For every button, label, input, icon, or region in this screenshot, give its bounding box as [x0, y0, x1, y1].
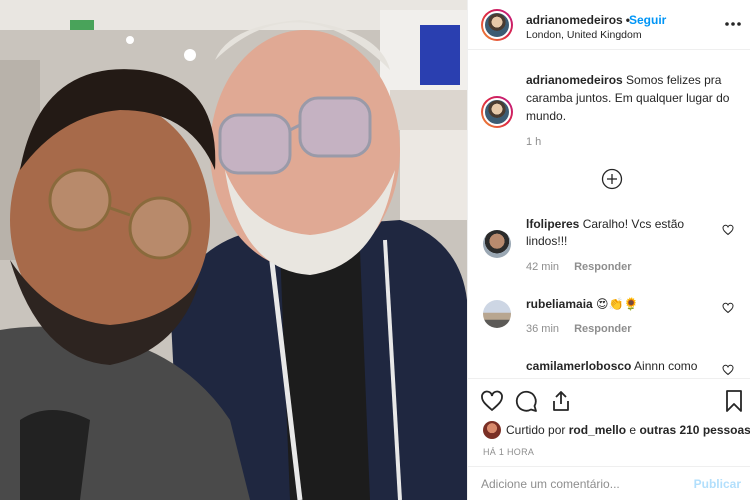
post-side-panel: adrianomedeiros • Seguir London, United K… — [467, 0, 750, 500]
post-photo[interactable] — [0, 0, 467, 500]
comment-item: camilamerlobosco Ainnn como — [468, 358, 750, 378]
publish-button[interactable]: Publicar — [694, 477, 741, 491]
share-icon[interactable] — [549, 389, 573, 413]
like-comment-heart-icon[interactable] — [722, 224, 734, 236]
more-options-icon[interactable] — [723, 14, 743, 34]
likes-summary[interactable]: Curtido por rod_mello e outras 210 pesso… — [506, 423, 750, 437]
commenter-avatar[interactable] — [483, 300, 511, 328]
comment-bubble-icon[interactable] — [514, 389, 538, 413]
author-avatar[interactable] — [481, 9, 513, 41]
comment-time: 36 min — [526, 323, 560, 335]
follow-button[interactable]: Seguir — [629, 13, 666, 27]
caption-time: 1 h — [526, 136, 542, 148]
add-comment-bar: Publicar — [468, 466, 750, 500]
comment-time: 42 min — [526, 261, 560, 273]
caption-avatar[interactable] — [481, 96, 513, 128]
post-timestamp: HÁ 1 HORA — [483, 447, 535, 457]
other-likers[interactable]: outras 210 pessoas — [639, 423, 750, 437]
comment-text: Ainnn como — [634, 359, 698, 373]
liker-avatar[interactable] — [483, 421, 501, 439]
caption-username[interactable]: adrianomedeiros — [526, 73, 623, 87]
comment-item: rubeliamaia 😍👏🌻 36 min Responder — [468, 296, 750, 354]
post-location[interactable]: London, United Kingdom — [526, 29, 642, 41]
post-caption: adrianomedeiros Somos felizes pra caramb… — [526, 71, 741, 125]
load-more-comments-icon[interactable] — [601, 168, 623, 190]
post-header: adrianomedeiros • Seguir London, United K… — [468, 0, 750, 50]
author-username[interactable]: adrianomedeiros • — [526, 13, 633, 27]
like-comment-heart-icon[interactable] — [722, 302, 734, 314]
commenter-avatar[interactable] — [483, 230, 511, 258]
bookmark-icon[interactable] — [722, 389, 746, 413]
selfie-illustration — [0, 0, 467, 500]
like-comment-heart-icon[interactable] — [722, 364, 734, 376]
post-actions: Curtido por rod_mello e outras 210 pesso… — [468, 378, 750, 466]
reply-button[interactable]: Responder — [574, 323, 631, 335]
like-heart-icon[interactable] — [480, 389, 504, 413]
comment-item: lfoliperes Caralho! Vcs estão lindos!!! … — [468, 216, 750, 274]
comment-input[interactable] — [481, 474, 681, 494]
commenter-username[interactable]: rubeliamaia — [526, 297, 593, 311]
reply-button[interactable]: Responder — [574, 261, 631, 273]
comment-text: 😍👏🌻 — [596, 297, 639, 311]
commenter-username[interactable]: lfoliperes — [526, 217, 579, 231]
commenter-username[interactable]: camilamerlobosco — [526, 359, 631, 373]
liker-username[interactable]: rod_mello — [569, 423, 626, 437]
